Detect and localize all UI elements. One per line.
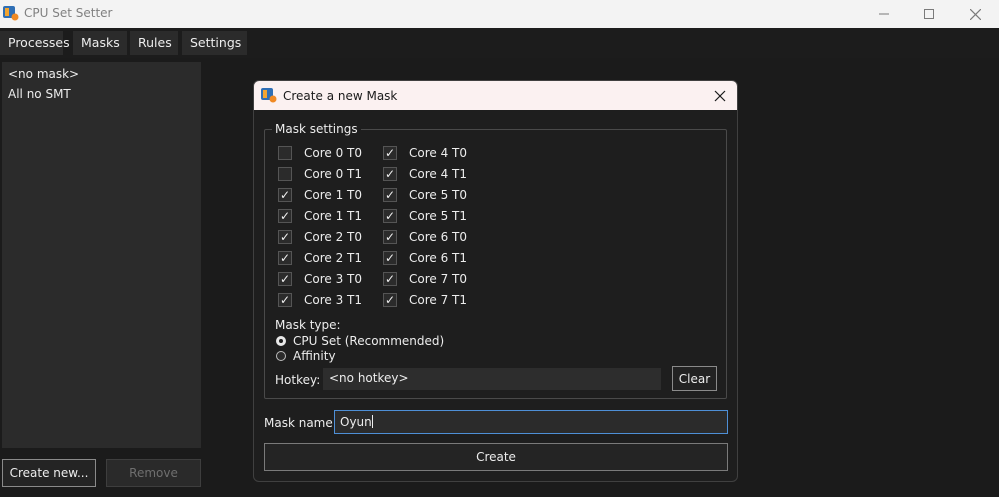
core-0-t0-checkbox[interactable]: Core 0 T0 bbox=[278, 146, 362, 160]
menu-bar: Processes Masks Rules Settings bbox=[0, 28, 999, 58]
list-item[interactable]: All no SMT bbox=[8, 87, 71, 101]
checkmark-icon: ✓ bbox=[383, 209, 397, 223]
checkbox-box bbox=[278, 146, 292, 160]
checkmark-icon: ✓ bbox=[383, 146, 397, 160]
checkbox-label: Core 0 T0 bbox=[304, 146, 363, 160]
checkmark-icon: ✓ bbox=[383, 272, 397, 286]
mask-name-label: Mask name: bbox=[264, 416, 337, 430]
checkmark-icon: ✓ bbox=[278, 293, 292, 307]
checkbox-label: Core 1 T1 bbox=[304, 209, 363, 223]
dialog-title: Create a new Mask bbox=[283, 89, 398, 103]
menu-masks[interactable]: Masks bbox=[73, 31, 127, 55]
core-1-t1-checkbox[interactable]: ✓ Core 1 T1 bbox=[278, 209, 362, 223]
dialog-titlebar: Create a new Mask bbox=[254, 81, 737, 110]
checkbox-label: Core 4 T1 bbox=[409, 167, 468, 181]
core-6-t0-checkbox[interactable]: ✓ Core 6 T0 bbox=[383, 230, 467, 244]
maximize-icon bbox=[924, 9, 934, 19]
radio-label: CPU Set (Recommended) bbox=[293, 334, 445, 348]
core-5-t1-checkbox[interactable]: ✓ Core 5 T1 bbox=[383, 209, 467, 223]
menu-rules[interactable]: Rules bbox=[130, 31, 178, 55]
app-icon bbox=[261, 88, 277, 103]
core-3-t0-checkbox[interactable]: ✓ Core 3 T0 bbox=[278, 272, 362, 286]
checkmark-icon: ✓ bbox=[278, 230, 292, 244]
close-icon bbox=[714, 90, 726, 102]
checkbox-label: Core 0 T1 bbox=[304, 167, 363, 181]
core-6-t1-checkbox[interactable]: ✓ Core 6 T1 bbox=[383, 251, 467, 265]
checkbox-box bbox=[278, 167, 292, 181]
menu-settings[interactable]: Settings bbox=[182, 31, 247, 55]
checkbox-label: Core 3 T1 bbox=[304, 293, 363, 307]
list-item[interactable]: <no mask> bbox=[8, 67, 79, 81]
core-4-t0-checkbox[interactable]: ✓ Core 4 T0 bbox=[383, 146, 467, 160]
checkmark-icon: ✓ bbox=[383, 188, 397, 202]
minimize-button[interactable] bbox=[861, 0, 907, 28]
checkbox-label: Core 7 T0 bbox=[409, 272, 468, 286]
close-icon bbox=[969, 8, 981, 20]
radio-selected-icon bbox=[276, 336, 286, 346]
core-7-t0-checkbox[interactable]: ✓ Core 7 T0 bbox=[383, 272, 467, 286]
window-title: CPU Set Setter bbox=[24, 6, 113, 20]
mask-name-input[interactable]: Oyun bbox=[334, 410, 728, 434]
checkmark-icon: ✓ bbox=[278, 209, 292, 223]
app-icon bbox=[3, 6, 19, 21]
create-mask-dialog: Create a new Mask Mask settings Core 0 T… bbox=[253, 80, 738, 482]
core-4-t1-checkbox[interactable]: ✓ Core 4 T1 bbox=[383, 167, 467, 181]
create-button[interactable]: Create bbox=[264, 443, 728, 471]
mask-name-value: Oyun bbox=[340, 415, 372, 429]
checkmark-icon: ✓ bbox=[278, 251, 292, 265]
hotkey-field[interactable]: <no hotkey> bbox=[323, 368, 661, 390]
mask-list[interactable]: <no mask> All no SMT bbox=[2, 62, 201, 448]
checkmark-icon: ✓ bbox=[278, 188, 292, 202]
checkmark-icon: ✓ bbox=[278, 272, 292, 286]
radio-label: Affinity bbox=[293, 349, 336, 363]
checkbox-label: Core 4 T0 bbox=[409, 146, 468, 160]
window-titlebar: CPU Set Setter bbox=[0, 0, 999, 28]
checkbox-label: Core 7 T1 bbox=[409, 293, 468, 307]
checkmark-icon: ✓ bbox=[383, 167, 397, 181]
checkbox-label: Core 5 T0 bbox=[409, 188, 468, 202]
checkbox-label: Core 2 T0 bbox=[304, 230, 363, 244]
checkmark-icon: ✓ bbox=[383, 230, 397, 244]
mask-settings-group: Mask settings Core 0 T0 Core 0 T1 ✓ Core… bbox=[264, 122, 727, 399]
core-7-t1-checkbox[interactable]: ✓ Core 7 T1 bbox=[383, 293, 467, 307]
mask-type-label: Mask type: bbox=[275, 318, 341, 332]
radio-cpu-set[interactable]: CPU Set (Recommended) bbox=[276, 334, 444, 348]
checkbox-label: Core 2 T1 bbox=[304, 251, 363, 265]
minimize-icon bbox=[879, 13, 889, 15]
create-new-button[interactable]: Create new... bbox=[2, 459, 96, 487]
dialog-close-button[interactable] bbox=[711, 87, 729, 105]
core-2-t1-checkbox[interactable]: ✓ Core 2 T1 bbox=[278, 251, 362, 265]
clear-button[interactable]: Clear bbox=[672, 366, 717, 391]
maximize-button[interactable] bbox=[906, 0, 952, 28]
core-5-t0-checkbox[interactable]: ✓ Core 5 T0 bbox=[383, 188, 467, 202]
group-label: Mask settings bbox=[272, 122, 361, 136]
radio-affinity[interactable]: Affinity bbox=[276, 349, 336, 363]
core-3-t1-checkbox[interactable]: ✓ Core 3 T1 bbox=[278, 293, 362, 307]
hotkey-label: Hotkey: bbox=[275, 373, 321, 387]
core-2-t0-checkbox[interactable]: ✓ Core 2 T0 bbox=[278, 230, 362, 244]
checkmark-icon: ✓ bbox=[383, 293, 397, 307]
checkbox-label: Core 5 T1 bbox=[409, 209, 468, 223]
remove-button[interactable]: Remove bbox=[106, 459, 201, 487]
core-0-t1-checkbox[interactable]: Core 0 T1 bbox=[278, 167, 362, 181]
checkmark-icon: ✓ bbox=[383, 251, 397, 265]
core-1-t0-checkbox[interactable]: ✓ Core 1 T0 bbox=[278, 188, 362, 202]
checkbox-label: Core 3 T0 bbox=[304, 272, 363, 286]
checkbox-label: Core 1 T0 bbox=[304, 188, 363, 202]
radio-unselected-icon bbox=[276, 351, 286, 361]
checkbox-label: Core 6 T1 bbox=[409, 251, 468, 265]
checkbox-label: Core 6 T0 bbox=[409, 230, 468, 244]
close-button[interactable] bbox=[952, 0, 998, 28]
text-caret bbox=[371, 415, 373, 428]
menu-processes[interactable]: Processes bbox=[0, 31, 70, 55]
